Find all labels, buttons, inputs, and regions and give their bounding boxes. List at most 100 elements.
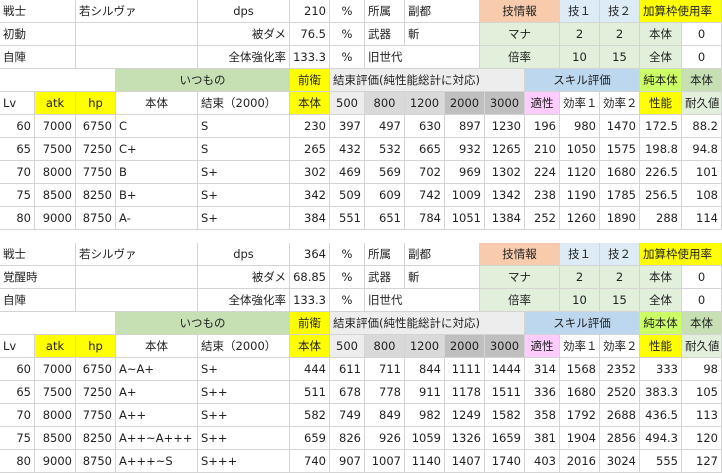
- mana1-value[interactable]: 2: [560, 266, 600, 289]
- data-cell[interactable]: 702: [405, 161, 445, 184]
- mana-label[interactable]: マナ: [480, 266, 560, 289]
- data-cell[interactable]: 659: [290, 427, 330, 450]
- data-cell[interactable]: 1407: [445, 450, 485, 473]
- data-cell[interactable]: 511: [290, 381, 330, 404]
- unit-cell[interactable]: %: [330, 23, 365, 46]
- data-cell[interactable]: 469: [330, 161, 365, 184]
- data-cell[interactable]: 1890: [600, 207, 640, 230]
- unit-cell[interactable]: %: [330, 243, 365, 266]
- class-cell[interactable]: 戦士: [0, 0, 76, 23]
- data-cell[interactable]: 1007: [365, 450, 405, 473]
- data-cell[interactable]: 826: [330, 427, 365, 450]
- kasan-header[interactable]: 加算枠使用率: [640, 0, 722, 23]
- col-header-atk[interactable]: atk: [35, 335, 76, 358]
- data-cell[interactable]: 582: [290, 404, 330, 427]
- data-cell[interactable]: 7250: [76, 138, 116, 161]
- data-cell[interactable]: 7500: [35, 138, 76, 161]
- col-header-k2000[interactable]: 2000: [445, 335, 485, 358]
- hidame-label[interactable]: 被ダメ: [198, 23, 290, 46]
- shozoku-label[interactable]: 所属: [365, 0, 405, 23]
- data-cell[interactable]: 88.2: [682, 115, 722, 138]
- data-cell[interactable]: 432: [330, 138, 365, 161]
- data-cell[interactable]: 1904: [560, 427, 600, 450]
- data-cell[interactable]: 65: [0, 138, 35, 161]
- data-cell[interactable]: S++: [198, 427, 290, 450]
- data-cell[interactable]: 1659: [485, 427, 525, 450]
- mana2-value[interactable]: 2: [600, 23, 640, 46]
- name-cell[interactable]: 若シルヴァ: [76, 0, 198, 23]
- col-header-seino[interactable]: 性能: [640, 92, 682, 115]
- bairitsu2-value[interactable]: 15: [600, 289, 640, 312]
- data-cell[interactable]: 196: [525, 115, 560, 138]
- kessoku-hyoka-header[interactable]: 結束評価(純性能総計に対応): [330, 69, 525, 92]
- waza-header[interactable]: 技情報: [480, 243, 560, 266]
- data-cell[interactable]: 1792: [560, 404, 600, 427]
- col-header-lv[interactable]: Lv: [0, 335, 35, 358]
- data-cell[interactable]: 678: [330, 381, 365, 404]
- data-cell[interactable]: S+: [198, 358, 290, 381]
- data-cell[interactable]: C+: [116, 138, 198, 161]
- data-cell[interactable]: 740: [290, 450, 330, 473]
- data-cell[interactable]: 9000: [35, 207, 76, 230]
- data-cell[interactable]: 7500: [35, 381, 76, 404]
- data-cell[interactable]: 551: [330, 207, 365, 230]
- data-cell[interactable]: 1249: [445, 404, 485, 427]
- waza1-header[interactable]: 技１: [560, 243, 600, 266]
- data-cell[interactable]: 65: [0, 381, 35, 404]
- data-cell[interactable]: 651: [365, 207, 405, 230]
- data-cell[interactable]: 2520: [600, 381, 640, 404]
- hontai-label[interactable]: 本体: [640, 23, 682, 46]
- data-cell[interactable]: 1111: [445, 358, 485, 381]
- col-header-k1200[interactable]: 1200: [405, 92, 445, 115]
- data-cell[interactable]: 1009: [445, 184, 485, 207]
- data-cell[interactable]: 1785: [600, 184, 640, 207]
- col-header-zenei_hontai[interactable]: 本体: [290, 92, 330, 115]
- kasan-header[interactable]: 加算枠使用率: [640, 243, 722, 266]
- bairitsu-label[interactable]: 倍率: [480, 46, 560, 69]
- data-cell[interactable]: C: [116, 115, 198, 138]
- data-cell[interactable]: 7250: [76, 381, 116, 404]
- kyoka-value[interactable]: 133.3: [290, 289, 330, 312]
- data-cell[interactable]: 6750: [76, 115, 116, 138]
- kyoka-label[interactable]: 全体強化率: [198, 46, 290, 69]
- data-cell[interactable]: 2688: [600, 404, 640, 427]
- data-cell[interactable]: 444: [290, 358, 330, 381]
- hontai-value[interactable]: 0: [682, 266, 722, 289]
- data-cell[interactable]: 383.3: [640, 381, 682, 404]
- data-cell[interactable]: 742: [405, 184, 445, 207]
- col-header-seino[interactable]: 性能: [640, 335, 682, 358]
- data-cell[interactable]: 1051: [445, 207, 485, 230]
- data-cell[interactable]: 749: [330, 404, 365, 427]
- data-cell[interactable]: 238: [525, 184, 560, 207]
- buki-value[interactable]: 斬: [405, 23, 480, 46]
- data-cell[interactable]: 1384: [485, 207, 525, 230]
- data-cell[interactable]: 114: [682, 207, 722, 230]
- col-header-hontai[interactable]: 本体: [116, 92, 198, 115]
- bairitsu-label[interactable]: 倍率: [480, 289, 560, 312]
- data-cell[interactable]: 1120: [560, 161, 600, 184]
- sedai-cell[interactable]: 旧世代: [365, 46, 480, 69]
- data-cell[interactable]: 113: [682, 404, 722, 427]
- data-cell[interactable]: 609: [365, 184, 405, 207]
- data-cell[interactable]: 665: [405, 138, 445, 161]
- data-cell[interactable]: 494.3: [640, 427, 682, 450]
- data-cell[interactable]: 1230: [485, 115, 525, 138]
- data-cell[interactable]: 210: [525, 138, 560, 161]
- bairitsu1-value[interactable]: 10: [560, 289, 600, 312]
- data-cell[interactable]: 127: [682, 450, 722, 473]
- buki-value[interactable]: 斬: [405, 266, 480, 289]
- data-cell[interactable]: 911: [405, 381, 445, 404]
- data-cell[interactable]: 509: [330, 184, 365, 207]
- buki-label[interactable]: 武器: [365, 23, 405, 46]
- data-cell[interactable]: 336: [525, 381, 560, 404]
- hidame-value[interactable]: 76.5: [290, 23, 330, 46]
- data-cell[interactable]: 849: [365, 404, 405, 427]
- data-cell[interactable]: 230: [290, 115, 330, 138]
- col-header-taikyu[interactable]: 耐久値: [682, 92, 722, 115]
- data-cell[interactable]: 778: [365, 381, 405, 404]
- data-cell[interactable]: B: [116, 161, 198, 184]
- data-cell[interactable]: 1140: [405, 450, 445, 473]
- unit-cell[interactable]: %: [330, 0, 365, 23]
- col-header-k1200[interactable]: 1200: [405, 335, 445, 358]
- empty-cell[interactable]: [0, 312, 116, 335]
